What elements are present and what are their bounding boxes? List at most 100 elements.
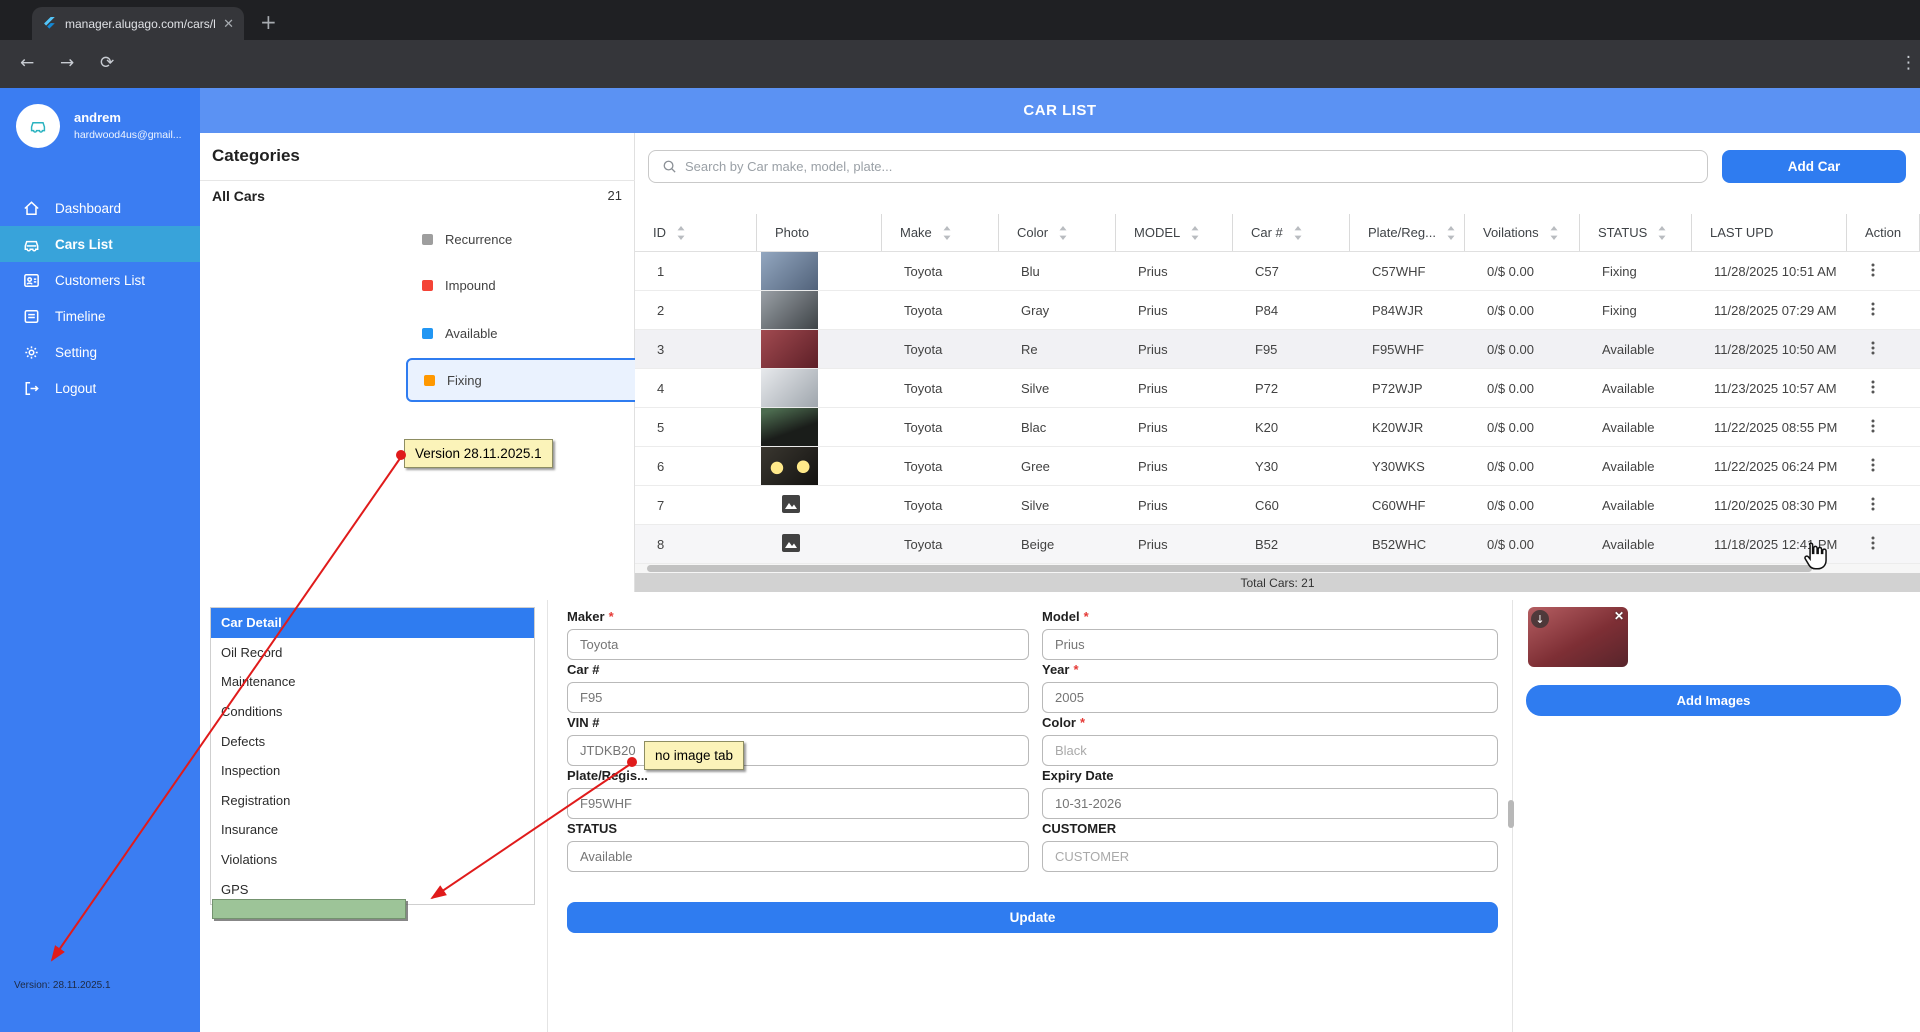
- avatar[interactable]: [16, 104, 60, 148]
- row-actions-icon[interactable]: [1865, 262, 1881, 278]
- sidebar-item-dashboard[interactable]: Dashboard: [0, 190, 200, 226]
- field-label-color: Color*: [1042, 715, 1085, 730]
- car-photo-blue-car[interactable]: [761, 252, 818, 290]
- sort-icon[interactable]: [1293, 226, 1303, 240]
- field-input-model[interactable]: [1042, 629, 1498, 660]
- column-header-make[interactable]: Make: [882, 214, 999, 251]
- forward-icon[interactable]: →: [60, 53, 74, 73]
- row-actions-icon[interactable]: [1865, 535, 1881, 551]
- row-actions-icon[interactable]: [1865, 301, 1881, 317]
- table-row-7[interactable]: 7ToyotaSilvePriusC60C60WHF0/$ 0.00Availa…: [635, 486, 1920, 525]
- cell-color: Blac: [999, 420, 1116, 435]
- detail-tab-inspection[interactable]: Inspection: [211, 756, 534, 786]
- column-header-voilations[interactable]: Voilations: [1465, 214, 1580, 251]
- car-photo-night-car[interactable]: [761, 447, 818, 485]
- car-table-zone: Add Car IDPhotoMakeColorMODELCar #Plate/…: [635, 133, 1920, 592]
- car-image-thumbnail[interactable]: ↓ ✕: [1528, 607, 1628, 667]
- car-photo-red-car[interactable]: [761, 330, 818, 368]
- field-input-expiry-date[interactable]: [1042, 788, 1498, 819]
- row-actions-icon[interactable]: [1865, 379, 1881, 395]
- column-header-plate-reg[interactable]: Plate/Reg...: [1350, 214, 1465, 251]
- field-label-maker: Maker*: [567, 609, 614, 624]
- detail-tab-violations[interactable]: Violations: [211, 845, 534, 875]
- table-row-5[interactable]: 5ToyotaBlacPriusK20K20WJR0/$ 0.00Availab…: [635, 408, 1920, 447]
- sort-icon[interactable]: [1058, 226, 1068, 240]
- column-header-model[interactable]: MODEL: [1116, 214, 1233, 251]
- detail-tab-conditions[interactable]: Conditions: [211, 697, 534, 727]
- cell-make: Toyota: [882, 264, 999, 279]
- detail-tab-car-detail[interactable]: Car Detail: [211, 608, 534, 638]
- detail-tab-maintenance[interactable]: Maintenance: [211, 667, 534, 697]
- browser-tab[interactable]: manager.alugago.com/cars/list ✕: [32, 7, 244, 40]
- sidebar-item-customers-list[interactable]: Customers List: [0, 262, 200, 298]
- sort-icon[interactable]: [676, 226, 686, 240]
- cell-last-updated: 11/20/2025 08:30 PM: [1692, 498, 1847, 513]
- car-photo-silver-car[interactable]: [761, 369, 818, 407]
- add-car-button[interactable]: Add Car: [1722, 150, 1906, 183]
- cell-model: Prius: [1116, 537, 1233, 552]
- car-photo-gray-car[interactable]: [761, 291, 818, 329]
- field-label-model: Model*: [1042, 609, 1089, 624]
- table-row-3[interactable]: 3ToyotaRePriusF95F95WHF0/$ 0.00Available…: [635, 330, 1920, 369]
- row-actions-icon[interactable]: [1865, 418, 1881, 434]
- column-header-id[interactable]: ID: [635, 214, 757, 251]
- column-header-status[interactable]: STATUS: [1580, 214, 1692, 251]
- cell-id: 7: [635, 498, 757, 513]
- row-actions-icon[interactable]: [1865, 496, 1881, 512]
- new-tab-icon[interactable]: +: [260, 10, 277, 34]
- sort-icon[interactable]: [1657, 226, 1667, 240]
- cell-id: 2: [635, 303, 757, 318]
- sidebar-item-setting[interactable]: Setting: [0, 334, 200, 370]
- table-row-8[interactable]: 8ToyotaBeigePriusB52B52WHC0/$ 0.00Availa…: [635, 525, 1920, 564]
- detail-tab-insurance[interactable]: Insurance: [211, 815, 534, 845]
- sort-icon[interactable]: [1549, 226, 1559, 240]
- sidebar-item-timeline[interactable]: Timeline: [0, 298, 200, 334]
- cell-status: Available: [1580, 498, 1692, 513]
- cell-make: Toyota: [882, 303, 999, 318]
- field-input-color[interactable]: [1042, 735, 1498, 766]
- sidebar-item-cars-list[interactable]: Cars List: [0, 226, 200, 262]
- sort-icon[interactable]: [1446, 226, 1456, 240]
- cell-plate: C60WHF: [1350, 498, 1465, 513]
- scrollbar-thumb[interactable]: [647, 565, 1812, 572]
- field-input-status[interactable]: [567, 841, 1029, 872]
- field-input-plate-regis[interactable]: [567, 788, 1029, 819]
- column-header-car[interactable]: Car #: [1233, 214, 1350, 251]
- reload-icon[interactable]: ⟳: [100, 53, 114, 73]
- row-actions-icon[interactable]: [1865, 340, 1881, 356]
- horizontal-scrollbar[interactable]: [635, 564, 1920, 573]
- search-input[interactable]: [685, 159, 1707, 174]
- category-color-swatch: [424, 375, 435, 386]
- tab-title: manager.alugago.com/cars/list: [65, 17, 215, 31]
- browser-menu-icon[interactable]: ⋮: [1900, 53, 1917, 73]
- download-image-icon[interactable]: ↓: [1531, 610, 1549, 628]
- all-cars-row[interactable]: All Cars 21: [212, 188, 622, 204]
- cell-id: 1: [635, 264, 757, 279]
- back-icon[interactable]: ←: [20, 53, 34, 73]
- column-header-color[interactable]: Color: [999, 214, 1116, 251]
- table-row-6[interactable]: 6ToyotaGreePriusY30Y30WKS0/$ 0.00Availab…: [635, 447, 1920, 486]
- tab-close-icon[interactable]: ✕: [223, 16, 234, 32]
- field-input-maker[interactable]: [567, 629, 1029, 660]
- car-photo-black-car[interactable]: [761, 408, 818, 446]
- customers-icon: [22, 271, 41, 290]
- table-row-2[interactable]: 2ToyotaGrayPriusP84P84WJR0/$ 0.00Fixing1…: [635, 291, 1920, 330]
- search-box: [648, 150, 1708, 183]
- detail-tab-defects[interactable]: Defects: [211, 726, 534, 756]
- sidebar-item-logout[interactable]: Logout: [0, 370, 200, 406]
- update-button[interactable]: Update: [567, 902, 1498, 933]
- detail-tab-oil-record[interactable]: Oil Record: [211, 638, 534, 668]
- field-input-customer[interactable]: [1042, 841, 1498, 872]
- field-input-car[interactable]: [567, 682, 1029, 713]
- sort-icon[interactable]: [942, 226, 952, 240]
- table-row-1[interactable]: 1ToyotaBluPriusC57C57WHF0/$ 0.00Fixing11…: [635, 252, 1920, 291]
- field-input-year[interactable]: [1042, 682, 1498, 713]
- vertical-scrollbar-thumb[interactable]: [1508, 800, 1514, 828]
- sort-icon[interactable]: [1190, 226, 1200, 240]
- detail-tab-registration[interactable]: Registration: [211, 786, 534, 816]
- remove-image-icon[interactable]: ✕: [1614, 609, 1624, 623]
- add-images-button[interactable]: Add Images: [1526, 685, 1901, 716]
- row-actions-icon[interactable]: [1865, 457, 1881, 473]
- cell-car-number: F95: [1233, 342, 1350, 357]
- table-row-4[interactable]: 4ToyotaSilvePriusP72P72WJP0/$ 0.00Availa…: [635, 369, 1920, 408]
